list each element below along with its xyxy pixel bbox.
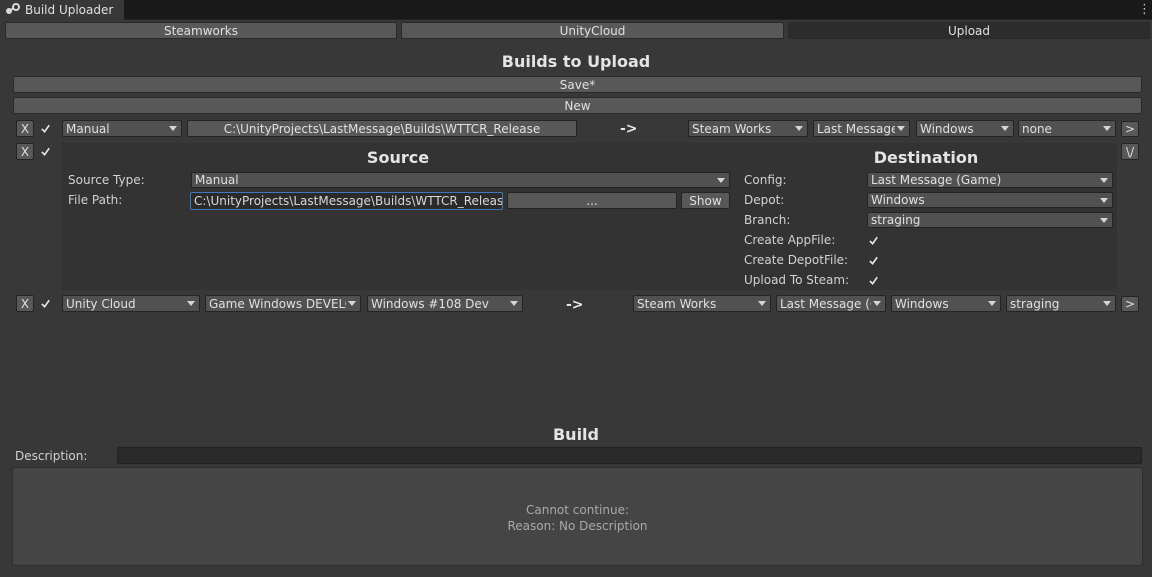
- branch-select[interactable]: straging: [867, 212, 1113, 228]
- dest-config-value: Last Message: [817, 121, 895, 136]
- dest-depot-value: Windows: [895, 296, 949, 311]
- tab-upload[interactable]: Upload: [788, 22, 1150, 39]
- dropdown-arrow-icon: [873, 301, 881, 306]
- source-type-select[interactable]: Manual: [191, 172, 730, 188]
- dest-service-value: Steam Works: [692, 121, 772, 136]
- upload-to-steam-checkbox[interactable]: [866, 273, 880, 287]
- status-line-1: Cannot continue:: [525, 503, 630, 517]
- dropdown-arrow-icon: [348, 301, 356, 306]
- dest-depot-dropdown[interactable]: Windows: [916, 120, 1014, 137]
- dropdown-arrow-icon: [1100, 178, 1108, 183]
- tab-unitycloud[interactable]: UnityCloud: [401, 22, 784, 39]
- description-label: Description:: [15, 449, 88, 463]
- show-button[interactable]: Show: [681, 192, 730, 209]
- dropdown-arrow-icon: [187, 301, 195, 306]
- create-depotfile-label: Create DepotFile:: [744, 253, 849, 267]
- dropdown-arrow-icon: [1100, 198, 1108, 203]
- transfer-arrow: ->: [566, 297, 584, 313]
- cloud-target-dropdown[interactable]: Game Windows DEVELO: [205, 295, 361, 312]
- dest-config-dropdown[interactable]: Last Message: [813, 120, 910, 137]
- dest-branch-dropdown[interactable]: straging: [1006, 295, 1116, 312]
- status-message-box: Cannot continue: Reason: No Description: [12, 467, 1143, 566]
- cloud-build-value: Windows #108 Dev: [371, 296, 489, 311]
- steam-icon: [5, 2, 21, 19]
- dropdown-arrow-icon: [1103, 126, 1111, 131]
- enabled-checkbox[interactable]: [38, 296, 52, 310]
- dest-config-dropdown[interactable]: Last Message (G: [776, 295, 886, 312]
- transfer-arrow: ->: [620, 121, 638, 137]
- branch-label: Branch:: [744, 213, 791, 227]
- dropdown-arrow-icon: [1001, 126, 1009, 131]
- destination-heading: Destination: [873, 148, 979, 167]
- enabled-checkbox[interactable]: [38, 144, 52, 158]
- source-service-value: Unity Cloud: [66, 296, 136, 311]
- create-depotfile-checkbox[interactable]: [866, 253, 880, 267]
- checkmark-icon: [40, 147, 50, 156]
- dest-service-dropdown[interactable]: Steam Works: [688, 120, 808, 137]
- tab-steamworks[interactable]: Steamworks: [5, 22, 397, 39]
- create-appfile-label: Create AppFile:: [744, 233, 836, 247]
- source-type-value: Manual: [66, 121, 110, 136]
- dest-service-dropdown[interactable]: Steam Works: [633, 295, 771, 312]
- checkmark-icon: [868, 236, 878, 245]
- dest-depot-value: Windows: [920, 121, 974, 136]
- depot-select[interactable]: Windows: [867, 192, 1113, 208]
- dest-depot-dropdown[interactable]: Windows: [891, 295, 1001, 312]
- file-path-input[interactable]: C:\UnityProjects\LastMessage\Builds\WTTC…: [190, 192, 503, 210]
- kebab-menu-icon[interactable]: ⋮: [1138, 2, 1151, 18]
- dropdown-arrow-icon: [1100, 218, 1108, 223]
- cloud-build-dropdown[interactable]: Windows #108 Dev: [367, 295, 523, 312]
- config-select-value: Last Message (Game): [871, 173, 1002, 187]
- dest-branch-value: straging: [1010, 296, 1060, 311]
- window-title: Build Uploader: [25, 3, 114, 17]
- description-input[interactable]: [117, 447, 1142, 464]
- dropdown-arrow-icon: [169, 126, 177, 131]
- build-heading: Build: [552, 425, 599, 444]
- config-label: Config:: [744, 173, 787, 187]
- new-button[interactable]: New: [13, 97, 1142, 114]
- expand-button[interactable]: >: [1121, 121, 1139, 137]
- checkmark-icon: [868, 256, 878, 265]
- builds-heading: Builds to Upload: [501, 52, 651, 71]
- source-type-dropdown[interactable]: Manual: [62, 120, 182, 137]
- enabled-checkbox[interactable]: [38, 121, 52, 135]
- dropdown-arrow-icon: [1103, 301, 1111, 306]
- collapse-button[interactable]: \/: [1121, 143, 1139, 160]
- checkmark-icon: [40, 124, 50, 133]
- source-service-dropdown[interactable]: Unity Cloud: [62, 295, 200, 312]
- dropdown-arrow-icon: [795, 126, 803, 131]
- dropdown-arrow-icon: [717, 178, 725, 183]
- dest-service-value: Steam Works: [637, 296, 717, 311]
- branch-select-value: straging: [871, 213, 921, 227]
- dropdown-arrow-icon: [758, 301, 766, 306]
- dropdown-arrow-icon: [510, 301, 518, 306]
- source-heading: Source: [366, 148, 430, 167]
- path-button[interactable]: C:\UnityProjects\LastMessage\Builds\WTTC…: [187, 120, 577, 137]
- depot-label: Depot:: [744, 193, 785, 207]
- remove-build-button[interactable]: X: [16, 120, 34, 137]
- dropdown-arrow-icon: [988, 301, 996, 306]
- window-tab-strip: [0, 0, 1152, 20]
- depot-select-value: Windows: [871, 193, 925, 207]
- save-button[interactable]: Save*: [13, 76, 1142, 93]
- source-type-select-value: Manual: [195, 173, 239, 187]
- dest-branch-dropdown[interactable]: none: [1018, 120, 1116, 137]
- browse-button[interactable]: ...: [507, 192, 677, 209]
- dropdown-arrow-icon: [897, 126, 905, 131]
- create-appfile-checkbox[interactable]: [866, 233, 880, 247]
- file-path-label: File Path:: [68, 193, 123, 207]
- config-select[interactable]: Last Message (Game): [867, 172, 1113, 188]
- expand-button[interactable]: >: [1121, 296, 1139, 312]
- dest-branch-value: none: [1022, 121, 1052, 136]
- checkmark-icon: [868, 276, 878, 285]
- dest-config-value: Last Message (G: [780, 296, 871, 311]
- checkmark-icon: [40, 299, 50, 308]
- remove-build-button[interactable]: X: [16, 295, 34, 312]
- window-tab[interactable]: Build Uploader: [0, 0, 125, 20]
- cloud-target-value: Game Windows DEVELO: [209, 296, 346, 311]
- status-line-2: Reason: No Description: [507, 519, 648, 533]
- remove-build-button[interactable]: X: [16, 143, 34, 160]
- upload-to-steam-label: Upload To Steam:: [744, 273, 850, 287]
- source-type-label: Source Type:: [68, 173, 145, 187]
